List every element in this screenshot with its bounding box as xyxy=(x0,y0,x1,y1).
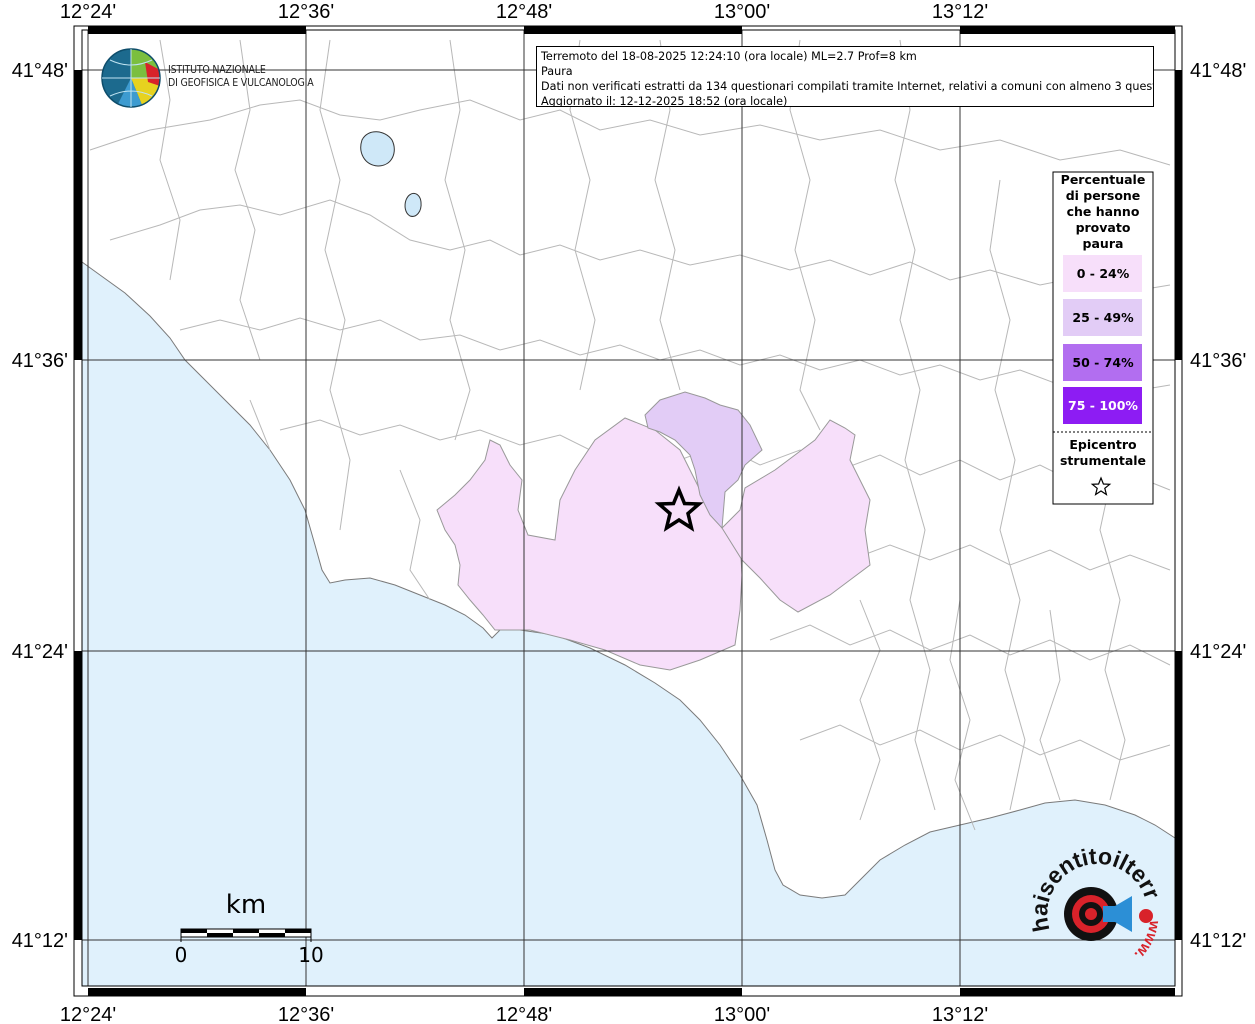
lat-ticks-right: 41°48' 41°36' 41°24' 41°12' xyxy=(1190,60,1246,952)
legend-label-4: 75 - 100% xyxy=(1068,398,1138,413)
lon-tick-bottom-5: 13°12' xyxy=(932,1004,988,1024)
lon-tick-bottom-3: 12°48' xyxy=(496,1004,552,1024)
legend-epicenter-title-2: strumentale xyxy=(1060,453,1146,468)
lake-bracciano xyxy=(360,131,395,167)
lon-tick-bottom-1: 12°24' xyxy=(60,1004,116,1024)
legend-label-1: 0 - 24% xyxy=(1077,266,1130,281)
lat-tick-right-1: 41°48' xyxy=(1190,60,1246,82)
lon-tick-bottom-4: 13°00' xyxy=(714,1004,770,1024)
event-info-line2: Paura xyxy=(541,65,573,78)
legend-label-2: 25 - 49% xyxy=(1072,310,1134,325)
lat-tick-left-2: 41°36' xyxy=(12,350,68,372)
ingv-name-line2: DI GEOFISICA E VULCANOLOGIA xyxy=(168,77,314,89)
map-canvas: 12°24' 12°36' 12°48' 13°00' 13°12' 12°24… xyxy=(0,0,1246,1024)
event-info-line1: Terremoto del 18-08-2025 12:24:10 (ora l… xyxy=(541,50,917,63)
lake-martignano xyxy=(404,193,422,217)
scale-unit: km xyxy=(226,890,266,920)
lon-ticks-top: 12°24' 12°36' 12°48' 13°00' 13°12' xyxy=(60,1,988,23)
lon-ticks-bottom: 12°24' 12°36' 12°48' 13°00' 13°12' xyxy=(60,1004,988,1024)
lat-tick-left-3: 41°24' xyxy=(12,641,68,663)
lat-tick-left-4: 41°12' xyxy=(12,930,68,952)
legend-epicenter-title-1: Epicentro xyxy=(1069,437,1137,452)
lat-tick-right-4: 41°12' xyxy=(1190,930,1246,952)
event-info-line4: Aggiornato il: 12-12-2025 18:52 (ora loc… xyxy=(541,95,788,107)
legend-title-4: provato xyxy=(1076,220,1131,235)
scale-start: 0 xyxy=(175,943,188,967)
lon-tick-top-4: 13°00' xyxy=(714,1,770,23)
event-info-box: Terremoto del 18-08-2025 12:24:10 (ora l… xyxy=(536,46,1154,107)
ingv-name-line1: ISTITUTO NAZIONALE xyxy=(168,64,266,76)
lon-tick-bottom-2: 12°36' xyxy=(278,1004,334,1024)
legend-title-3: che hanno xyxy=(1067,204,1140,219)
lat-ticks-left: 41°48' 41°36' 41°24' 41°12' xyxy=(12,60,68,952)
legend-title-2: di persone xyxy=(1066,188,1141,203)
lon-tick-top-3: 12°48' xyxy=(496,1,552,23)
legend: Percentuale di persone che hanno provato… xyxy=(1052,171,1154,505)
legend-title-1: Percentuale xyxy=(1061,172,1146,187)
legend-title-5: paura xyxy=(1083,236,1124,251)
legend-label-3: 50 - 74% xyxy=(1072,355,1134,370)
scale-end: 10 xyxy=(298,943,323,967)
ingv-name: ISTITUTO NAZIONALE DI GEOFISICA E VULCAN… xyxy=(168,64,314,90)
lat-tick-left-1: 41°48' xyxy=(12,60,68,82)
lat-tick-right-3: 41°24' xyxy=(1190,641,1246,663)
lon-tick-top-2: 12°36' xyxy=(278,1,334,23)
lon-tick-top-5: 13°12' xyxy=(932,1,988,23)
event-info-line3: Dati non verificati estratti da 134 ques… xyxy=(541,80,1154,93)
lat-tick-right-2: 41°36' xyxy=(1190,350,1246,372)
ingv-logo-icon xyxy=(101,48,161,108)
lon-tick-top-1: 12°24' xyxy=(60,1,116,23)
